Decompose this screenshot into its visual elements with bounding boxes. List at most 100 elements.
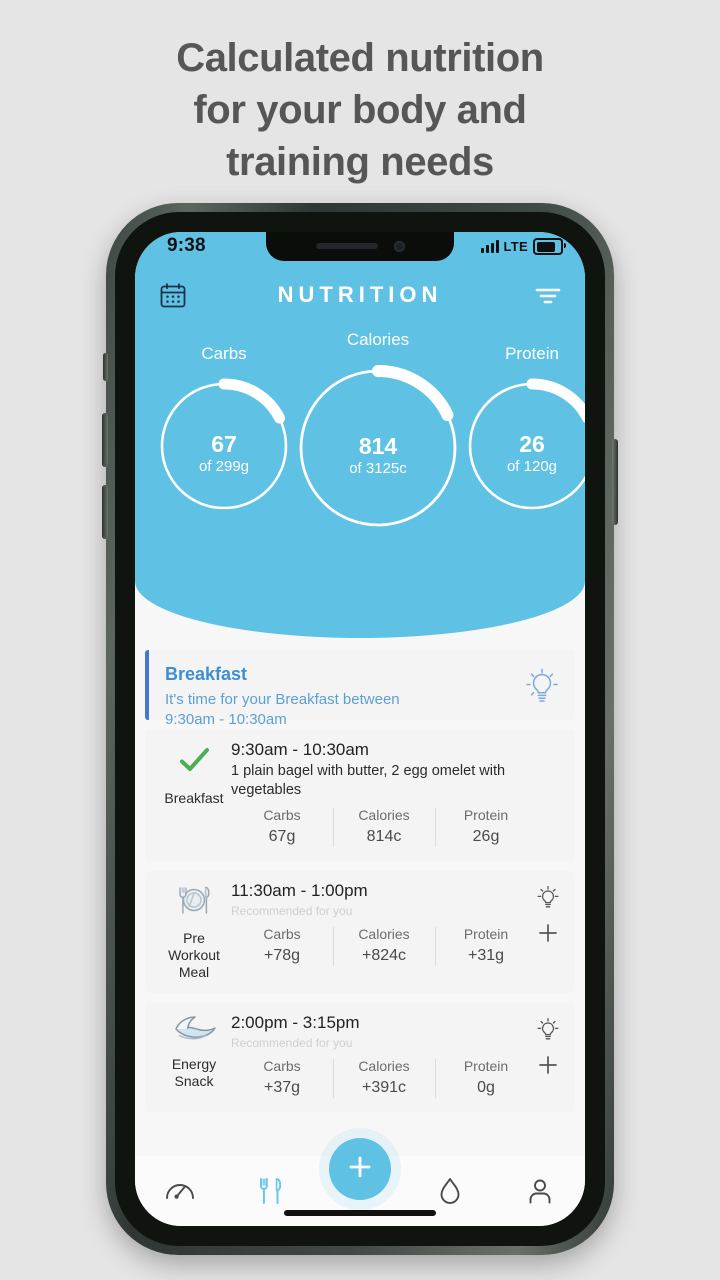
ring-carbs[interactable]: Carbs 67 of 299g bbox=[153, 344, 295, 544]
meal-icon-wrap: Energy Snack bbox=[157, 1013, 231, 1090]
meal-macros: Carbs 67g Calories 814c Protein 26g bbox=[231, 806, 537, 849]
macro-header: Calories bbox=[358, 807, 410, 823]
macro-header: Carbs bbox=[263, 1058, 301, 1074]
ring-calories[interactable]: Calories 814 of 3125c bbox=[292, 330, 464, 552]
ring-goal-calories: of 3125c bbox=[349, 460, 407, 477]
volume-up-button[interactable] bbox=[102, 413, 108, 467]
ring-label-carbs: Carbs bbox=[201, 344, 247, 363]
macro-rings: Carbs 67 of 299g Calories 814 of 3125c P… bbox=[135, 330, 585, 604]
front-camera bbox=[394, 241, 405, 252]
tip-body: It's time for your Breakfast between 9:3… bbox=[165, 690, 559, 730]
tip-body-line-1: It's time for your Breakfast between bbox=[165, 691, 400, 708]
headline-line-3: training needs bbox=[226, 140, 494, 184]
fork-knife-icon bbox=[255, 1176, 285, 1206]
plus-icon bbox=[345, 1152, 375, 1187]
macro-calories: Calories 814c bbox=[333, 806, 435, 849]
status-time: 9:38 bbox=[167, 235, 206, 256]
ring-value-carbs: 67 bbox=[211, 431, 237, 457]
macro-value: +391c bbox=[361, 1079, 407, 1096]
meal-row-energy-snack[interactable]: Energy Snack 2:00pm - 3:15pm Recommended… bbox=[145, 1003, 575, 1112]
headline-line-1: Calculated nutrition bbox=[176, 36, 544, 80]
meal-time: 11:30am - 1:00pm bbox=[231, 881, 368, 900]
meal-main: 2:00pm - 3:15pm Recommended for you Carb… bbox=[231, 1013, 537, 1100]
ring-protein[interactable]: Protein 26 of 120g bbox=[461, 344, 585, 544]
dashboard-gauge-icon bbox=[164, 1178, 196, 1204]
lightbulb-icon bbox=[525, 668, 559, 706]
macro-value: 814c bbox=[366, 828, 402, 845]
add-meal-button[interactable] bbox=[536, 921, 560, 945]
tip-body-line-2: 9:30am - 10:30am bbox=[165, 711, 287, 728]
macro-value: +37g bbox=[263, 1079, 301, 1096]
power-button[interactable] bbox=[612, 439, 618, 525]
macro-value: 26g bbox=[472, 828, 500, 845]
status-indicators: LTE bbox=[480, 238, 566, 255]
add-meal-button[interactable] bbox=[536, 1053, 560, 1077]
meal-actions bbox=[531, 1017, 565, 1077]
macro-header: Protein bbox=[463, 926, 509, 942]
page-title: NUTRITION bbox=[277, 282, 443, 307]
ring-value-protein: 26 bbox=[519, 431, 545, 457]
home-indicator bbox=[284, 1210, 436, 1216]
water-drop-icon bbox=[437, 1176, 463, 1206]
meal-icon-wrap: Breakfast bbox=[157, 740, 231, 807]
phone-mockup: 9:38 LTE NUTRITION Carbs 67 of 299g Calo… bbox=[102, 203, 618, 1255]
meal-description: 1 plain bagel with butter, 2 egg omelet … bbox=[231, 763, 506, 798]
meal-recommended-label: Recommended for you bbox=[231, 1036, 353, 1050]
signal-bars-icon bbox=[480, 240, 499, 253]
app-bar: NUTRITION bbox=[135, 274, 585, 320]
macro-header: Calories bbox=[358, 926, 410, 942]
volume-down-button[interactable] bbox=[102, 485, 108, 539]
meal-name-line-1: Pre bbox=[183, 930, 205, 946]
macro-value: +31g bbox=[467, 947, 505, 964]
add-fab-button[interactable] bbox=[329, 1138, 391, 1200]
meal-main: 11:30am - 1:00pm Recommended for you Car… bbox=[231, 881, 537, 968]
macro-value: 67g bbox=[268, 828, 296, 845]
earpiece-speaker bbox=[316, 243, 378, 249]
headline-line-2: for your body and bbox=[193, 88, 527, 132]
bottom-tab-bar bbox=[135, 1138, 585, 1226]
ring-center-carbs: 67 of 299g bbox=[153, 432, 295, 477]
ring-center-calories: 814 of 3125c bbox=[292, 434, 464, 479]
breakfast-tip-card[interactable]: Breakfast It's time for your Breakfast b… bbox=[145, 650, 575, 728]
meal-list: Breakfast It's time for your Breakfast b… bbox=[135, 638, 585, 1158]
meal-main: 9:30am - 10:30am 1 plain bagel with butt… bbox=[231, 740, 537, 849]
macro-header: Protein bbox=[463, 1058, 509, 1074]
lightbulb-icon[interactable] bbox=[537, 885, 559, 911]
lightbulb-icon[interactable] bbox=[537, 1017, 559, 1043]
meal-icon-wrap: Pre Workout Meal bbox=[157, 881, 231, 981]
meal-recommended-label: Recommended for you bbox=[231, 904, 353, 918]
filter-icon[interactable] bbox=[533, 284, 563, 308]
macro-header: Protein bbox=[463, 807, 509, 823]
macro-value: +78g bbox=[263, 947, 301, 964]
meal-name: Breakfast bbox=[164, 790, 223, 807]
macro-protein: Protein +31g bbox=[435, 925, 537, 968]
macro-carbs: Carbs 67g bbox=[231, 806, 333, 849]
device-notch bbox=[266, 232, 454, 261]
meal-name-line-1: Energy Snack bbox=[171, 1056, 217, 1089]
meal-row-pre-workout-meal[interactable]: Pre Workout Meal 11:30am - 1:00pm Recomm… bbox=[145, 871, 575, 993]
macro-protein: Protein 0g bbox=[435, 1057, 537, 1100]
meal-top: Pre Workout Meal 11:30am - 1:00pm Recomm… bbox=[157, 881, 563, 981]
macro-protein: Protein 26g bbox=[435, 806, 537, 849]
macro-header: Carbs bbox=[263, 807, 301, 823]
macro-header: Calories bbox=[358, 1058, 410, 1074]
plate-cutlery-icon bbox=[171, 881, 217, 926]
meal-macros: Carbs +78g Calories +824c Protein +31g bbox=[231, 925, 537, 968]
ring-value-calories: 814 bbox=[358, 433, 398, 459]
tab-profile[interactable] bbox=[495, 1156, 585, 1226]
ring-goal-protein: of 120g bbox=[506, 458, 558, 475]
macro-header: Carbs bbox=[263, 926, 301, 942]
tab-dashboard[interactable] bbox=[135, 1156, 225, 1226]
meal-time: 9:30am - 10:30am bbox=[231, 740, 369, 759]
meal-top: Energy Snack 2:00pm - 3:15pm Recommended… bbox=[157, 1013, 563, 1100]
check-icon bbox=[174, 740, 214, 780]
silent-switch[interactable] bbox=[103, 353, 108, 381]
ring-goal-carbs: of 299g bbox=[198, 458, 250, 475]
meal-row-breakfast[interactable]: Breakfast 9:30am - 10:30am 1 plain bagel… bbox=[145, 730, 575, 861]
banana-bowl-icon bbox=[170, 1013, 218, 1052]
meal-name-line-1: Breakfast bbox=[164, 790, 224, 806]
ring-center-protein: 26 of 120g bbox=[461, 432, 585, 477]
meal-time: 2:00pm - 3:15pm bbox=[231, 1013, 360, 1032]
meal-name: Energy Snack bbox=[157, 1056, 231, 1090]
macro-calories: Calories +391c bbox=[333, 1057, 435, 1100]
